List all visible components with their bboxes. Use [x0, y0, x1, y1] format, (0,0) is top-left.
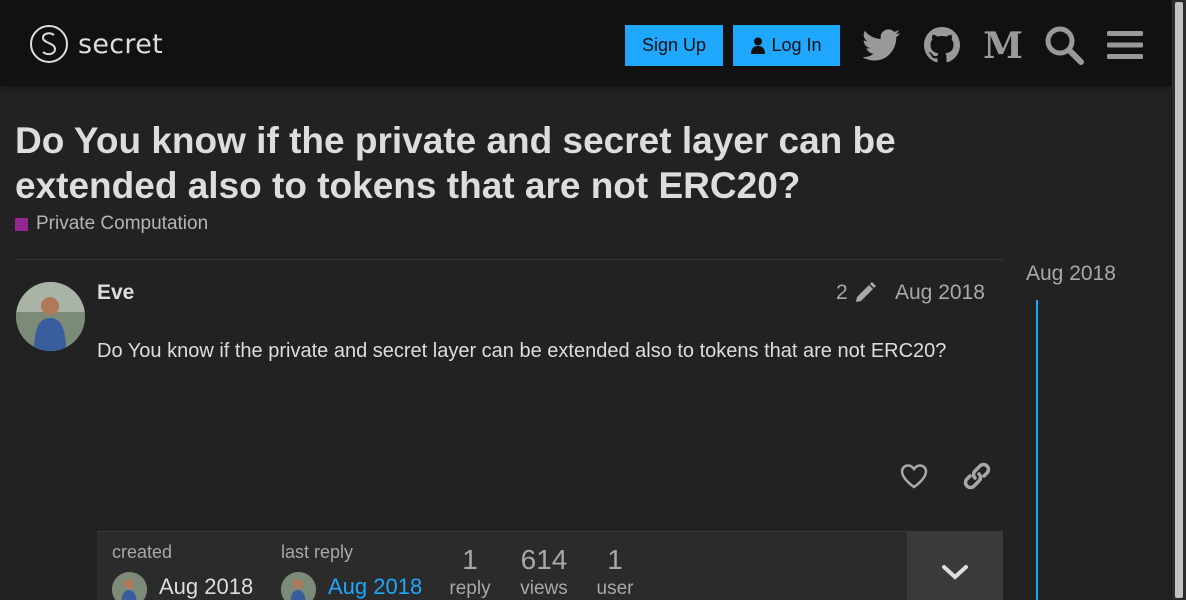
topic-title[interactable]: Do You know if the private and secret la… [15, 118, 995, 208]
medium-icon[interactable]: M [983, 25, 1023, 65]
replies-label: reply [449, 578, 491, 599]
scrollbar-thumb[interactable] [1175, 2, 1183, 598]
views-count: 614 [520, 544, 568, 575]
pencil-icon [855, 282, 876, 302]
topic-map: created Aug 2018 last reply Aug 2018 1 r… [97, 531, 1003, 600]
post-username[interactable]: Eve [97, 281, 134, 305]
heart-icon [900, 464, 928, 489]
edit-count: 2 [836, 281, 848, 304]
page-scrollbar[interactable] [1171, 0, 1186, 600]
secret-logo-icon [30, 25, 68, 63]
post-date[interactable]: Aug 2018 [895, 281, 985, 305]
avatar[interactable] [112, 572, 147, 600]
avatar[interactable] [16, 282, 85, 351]
timeline-date[interactable]: Aug 2018 [1026, 262, 1116, 286]
svg-text:M: M [983, 28, 1023, 62]
log-in-label: Log In [771, 35, 822, 55]
category-badge[interactable]: Private Computation [15, 213, 208, 235]
twitter-icon[interactable] [862, 25, 902, 65]
logo-text: secret [78, 28, 164, 60]
last-reply-label: last reply [281, 542, 354, 562]
edit-history-button[interactable]: 2 [836, 281, 876, 305]
users-label: user [596, 578, 634, 599]
chevron-down-icon [942, 565, 968, 580]
views-label: views [520, 578, 568, 599]
title-divider [15, 259, 1003, 260]
hamburger-menu-icon[interactable] [1105, 25, 1145, 65]
site-logo[interactable]: secret [30, 25, 163, 63]
replies-count: 1 [462, 544, 478, 575]
users-count: 1 [607, 544, 623, 575]
search-icon[interactable] [1044, 25, 1084, 65]
timeline-scroller-line[interactable] [1036, 300, 1038, 600]
category-name: Private Computation [36, 213, 209, 234]
like-button[interactable] [896, 458, 932, 494]
post-body: Do You know if the private and secret la… [97, 340, 947, 362]
share-link-button[interactable] [959, 458, 995, 494]
last-reply-date-link[interactable]: Aug 2018 [328, 574, 422, 600]
created-label: created [112, 542, 173, 562]
sign-up-button[interactable]: Sign Up [625, 25, 723, 66]
site-header: secret Sign Up Log In M [0, 0, 1171, 86]
link-icon [963, 462, 991, 490]
user-icon [751, 37, 766, 54]
github-icon[interactable] [922, 25, 962, 65]
category-color-swatch [15, 217, 28, 231]
created-date: Aug 2018 [159, 574, 254, 599]
expand-topic-map-button[interactable] [907, 532, 1003, 600]
log-in-button[interactable]: Log In [733, 25, 840, 66]
avatar[interactable] [281, 572, 316, 600]
